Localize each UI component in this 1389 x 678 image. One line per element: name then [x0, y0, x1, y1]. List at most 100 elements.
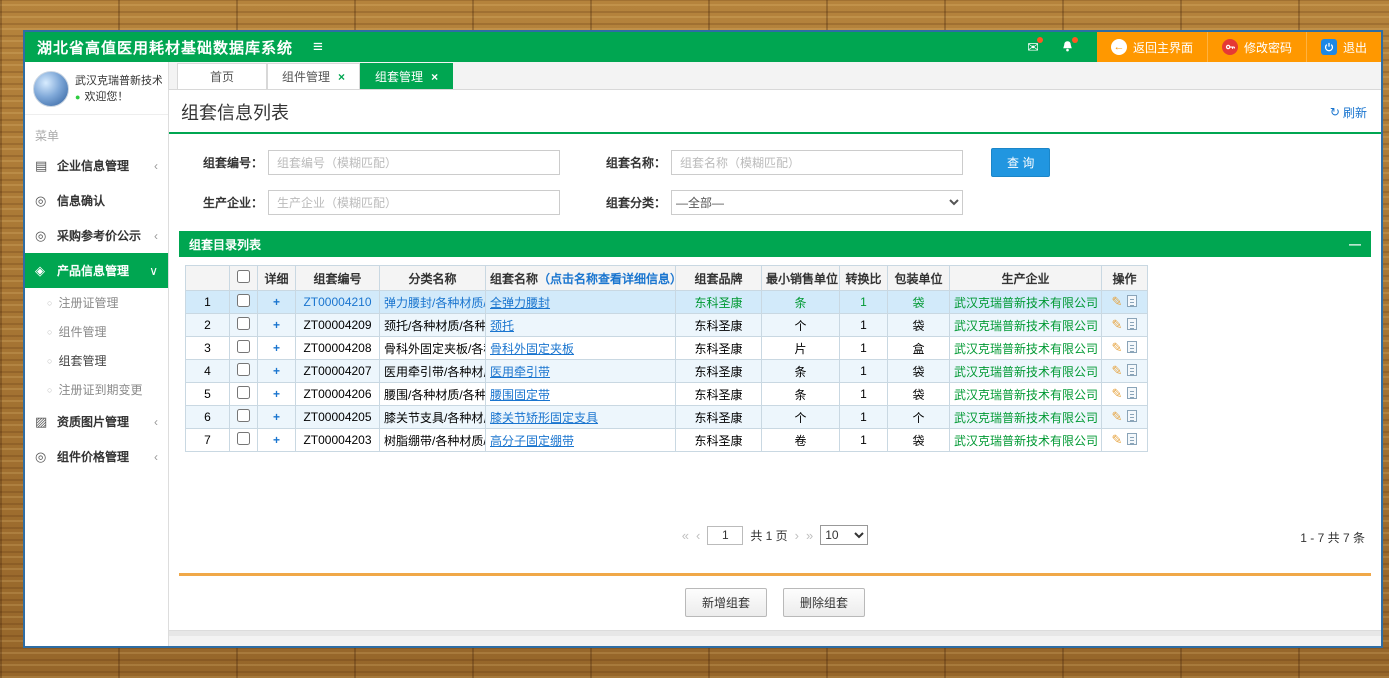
delete-set-button[interactable]: 删除组套 — [783, 588, 865, 617]
prev-page-button[interactable]: ‹ — [696, 528, 700, 543]
record-summary: 1 - 7 共 7 条 — [1300, 529, 1365, 546]
page-size-select[interactable]: 10 — [820, 525, 868, 545]
manufacturer-name: 武汉克瑞普新技术有限公司 — [950, 360, 1102, 383]
document-icon[interactable] — [1127, 364, 1137, 376]
set-name-link[interactable]: 膝关节矫形固定支具 — [490, 411, 598, 425]
search-button[interactable]: 查 询 — [991, 148, 1050, 177]
category-name: 树脂绷带/各种材质/各种 — [380, 429, 486, 452]
row-number: 2 — [186, 314, 230, 337]
document-icon[interactable] — [1127, 318, 1137, 330]
tab-component-mgmt[interactable]: 组件管理 × — [267, 63, 360, 89]
table-row[interactable]: 6+ZT00004205膝关节支具/各种材质/各膝关节矫形固定支具东科圣康个1个… — [186, 406, 1148, 429]
sidebar-item-component-price[interactable]: ◎ 组件价格管理 ‹ — [25, 439, 168, 474]
change-password-button[interactable]: 修改密码 — [1207, 32, 1306, 62]
edit-pencil-icon[interactable]: ✎ — [1112, 363, 1123, 378]
sidebar-item-label: 企业信息管理 — [57, 157, 129, 174]
row-checkbox[interactable] — [237, 294, 250, 307]
expand-row-link[interactable]: + — [273, 364, 280, 378]
set-name-link[interactable]: 骨科外固定夹板 — [490, 342, 574, 356]
row-checkbox[interactable] — [237, 317, 250, 330]
edit-pencil-icon[interactable]: ✎ — [1112, 294, 1123, 309]
min-sale-unit: 条 — [762, 291, 840, 314]
expand-row-link[interactable]: + — [273, 387, 280, 401]
set-code-input[interactable] — [268, 150, 560, 175]
set-category-select[interactable]: —全部— — [671, 190, 963, 215]
edit-pencil-icon[interactable]: ✎ — [1112, 317, 1123, 332]
message-badge — [1037, 37, 1043, 43]
expand-row-link[interactable]: + — [273, 341, 280, 355]
edit-pencil-icon[interactable]: ✎ — [1112, 340, 1123, 355]
select-all-checkbox[interactable] — [237, 270, 250, 283]
panel-header: 组套目录列表 — — [179, 231, 1371, 257]
set-name-link[interactable]: 高分子固定绷带 — [490, 434, 574, 448]
edit-pencil-icon[interactable]: ✎ — [1112, 432, 1123, 447]
conversion-ratio: 1 — [840, 314, 888, 337]
sidebar-item-product-info[interactable]: ◈ 产品信息管理 ∨ — [25, 253, 168, 288]
chevron-left-icon: ‹ — [154, 229, 158, 243]
document-icon[interactable] — [1127, 433, 1137, 445]
document-icon[interactable] — [1127, 410, 1137, 422]
set-name-link[interactable]: 颈托 — [490, 319, 514, 333]
sidebar-toggle-icon[interactable]: ≡ — [313, 37, 323, 57]
set-name-link[interactable]: 全弹力腰封 — [490, 296, 550, 310]
manufacturer-input[interactable] — [268, 190, 560, 215]
collapse-panel-button[interactable]: — — [1349, 237, 1361, 251]
key-icon — [1222, 39, 1238, 55]
expand-row-link[interactable]: + — [273, 318, 280, 332]
sidebar-item-ref-price[interactable]: ◎ 采购参考价公示 ‹ — [25, 218, 168, 253]
table-row[interactable]: 2+ZT00004209颈托/各种材质/各种规格颈托东科圣康个1袋武汉克瑞普新技… — [186, 314, 1148, 337]
conversion-ratio: 1 — [840, 291, 888, 314]
document-icon[interactable] — [1127, 295, 1137, 307]
table-row[interactable]: 7+ZT00004203树脂绷带/各种材质/各种高分子固定绷带东科圣康卷1袋武汉… — [186, 429, 1148, 452]
return-main-button[interactable]: ← 返回主界面 — [1097, 32, 1207, 62]
document-icon[interactable] — [1127, 341, 1137, 353]
first-page-button[interactable]: « — [682, 528, 689, 543]
user-avatar[interactable] — [33, 71, 69, 107]
edit-pencil-icon[interactable]: ✎ — [1112, 409, 1123, 424]
messages-envelope-icon[interactable]: ✉ — [1027, 40, 1039, 54]
close-tab-icon[interactable]: × — [338, 70, 345, 84]
notifications-bell-icon[interactable] — [1061, 40, 1074, 55]
last-page-button[interactable]: » — [806, 528, 813, 543]
add-set-button[interactable]: 新增组套 — [685, 588, 767, 617]
set-name-input[interactable] — [671, 150, 963, 175]
edit-pencil-icon[interactable]: ✎ — [1112, 386, 1123, 401]
logout-button[interactable]: 退出 — [1306, 32, 1381, 62]
set-name-link[interactable]: 医用牵引带 — [490, 365, 550, 379]
row-number: 6 — [186, 406, 230, 429]
close-tab-icon[interactable]: × — [431, 70, 438, 84]
submenu-item-registration-cert[interactable]: ○ 注册证管理 — [25, 288, 168, 317]
expand-row-link[interactable]: + — [273, 295, 280, 309]
manufacturer-label: 生产企业： — [185, 194, 263, 211]
sidebar-item-info-confirm[interactable]: ◎ 信息确认 — [25, 183, 168, 218]
set-list-panel: 组套目录列表 — — [179, 231, 1371, 557]
sidebar-item-qualification-images[interactable]: ▨ 资质图片管理 ‹ — [25, 404, 168, 439]
submenu-item-set-mgmt[interactable]: ○ 组套管理 — [25, 346, 168, 375]
return-main-label: 返回主界面 — [1133, 39, 1193, 56]
tab-home[interactable]: 首页 — [177, 63, 267, 89]
tab-set-mgmt[interactable]: 组套管理 × — [360, 63, 453, 89]
set-code: ZT00004209 — [296, 314, 380, 337]
row-checkbox[interactable] — [237, 386, 250, 399]
chevron-down-icon: ∨ — [149, 264, 158, 278]
sidebar-item-enterprise-info[interactable]: ▤ 企业信息管理 ‹ — [25, 148, 168, 183]
table-row[interactable]: 5+ZT00004206腰围/各种材质/各种规格腰围固定带东科圣康条1袋武汉克瑞… — [186, 383, 1148, 406]
next-page-button[interactable]: › — [795, 528, 799, 543]
submenu-item-cert-expiry[interactable]: ○ 注册证到期变更 — [25, 375, 168, 404]
table-row[interactable]: 4+ZT00004207医用牵引带/各种材质/各医用牵引带东科圣康条1袋武汉克瑞… — [186, 360, 1148, 383]
expand-row-link[interactable]: + — [273, 433, 280, 447]
page-number-input[interactable] — [707, 526, 743, 545]
row-checkbox[interactable] — [237, 409, 250, 422]
submenu-item-component-mgmt[interactable]: ○ 组件管理 — [25, 317, 168, 346]
row-checkbox[interactable] — [237, 363, 250, 376]
refresh-button[interactable]: ↻ 刷新 — [1330, 104, 1369, 121]
page-title-bar: 组套信息列表 ↻ 刷新 — [169, 90, 1381, 134]
pagination-bar: « ‹ 共 1 页 › » 10 1 - 7 共 7 条 — [185, 525, 1365, 549]
document-icon[interactable] — [1127, 387, 1137, 399]
set-name-link[interactable]: 腰围固定带 — [490, 388, 550, 402]
row-checkbox[interactable] — [237, 340, 250, 353]
row-checkbox[interactable] — [237, 432, 250, 445]
table-row[interactable]: 1+ZT00004210弹力腰封/各种材质/各种全弹力腰封东科圣康条1袋武汉克瑞… — [186, 291, 1148, 314]
expand-row-link[interactable]: + — [273, 410, 280, 424]
table-row[interactable]: 3+ZT00004208骨科外固定夹板/各种材质骨科外固定夹板东科圣康片1盒武汉… — [186, 337, 1148, 360]
